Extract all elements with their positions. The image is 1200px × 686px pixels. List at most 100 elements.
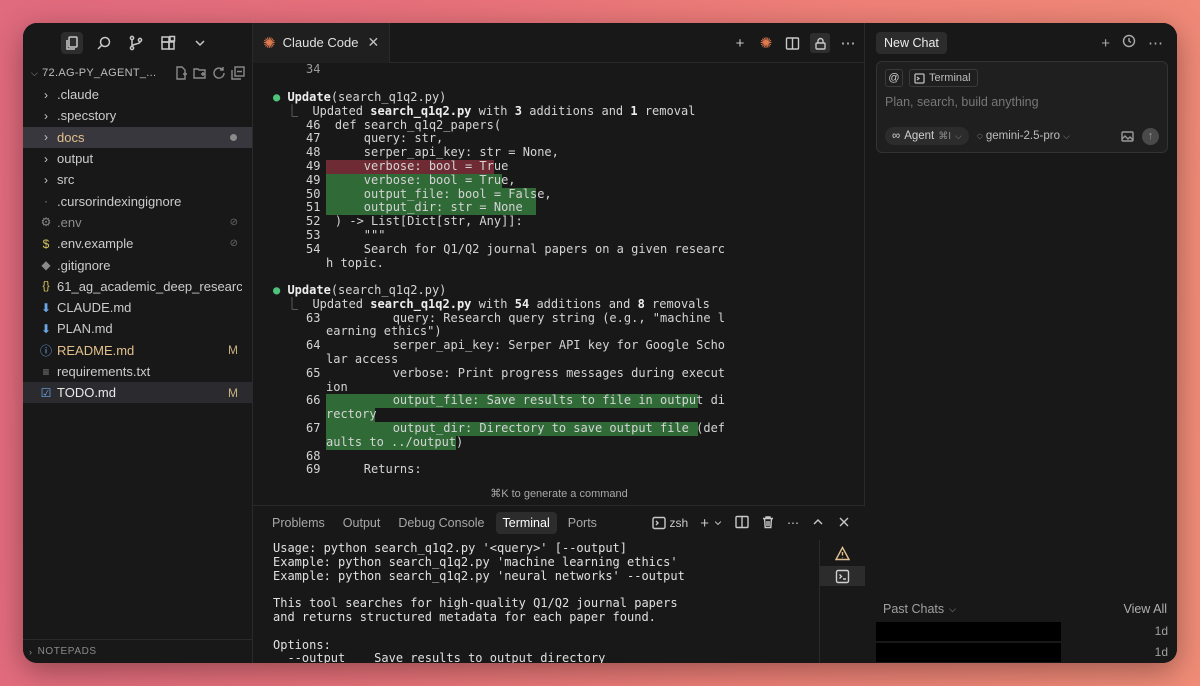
source-control-icon[interactable] bbox=[125, 32, 147, 54]
chevron-right-icon: › bbox=[44, 172, 48, 187]
tab-debug-console[interactable]: Debug Console bbox=[391, 512, 491, 534]
code-line: 46 def search_q1q2_papers( bbox=[306, 117, 502, 132]
tree-item-src[interactable]: › src bbox=[23, 169, 252, 190]
notepads-section[interactable]: › NOTEPADS bbox=[23, 639, 253, 663]
search-icon[interactable] bbox=[93, 32, 115, 54]
terminal-line: Example: python search_q1q2.py 'neural n… bbox=[273, 568, 685, 583]
claude-spark-icon[interactable]: ✺ bbox=[758, 35, 774, 52]
view-all-link[interactable]: View All bbox=[1123, 602, 1167, 616]
plus-icon[interactable]: + bbox=[1101, 35, 1110, 52]
project-header[interactable]: ⌵ 72.AG-PY_AGENT_... bbox=[23, 63, 252, 83]
tree-item-specstory[interactable]: › .specstory bbox=[23, 105, 252, 126]
added-line: 49 verbose: bool = True, bbox=[306, 172, 516, 187]
tree-item-json[interactable]: {} 61_ag_academic_deep_research... bbox=[23, 276, 252, 297]
tree-item-claude[interactable]: › .claude bbox=[23, 84, 252, 105]
code-line: 65 verbose: Print progress messages duri… bbox=[306, 365, 726, 380]
code-line: 68 bbox=[306, 448, 321, 463]
close-icon[interactable]: ✕ bbox=[367, 34, 379, 51]
ignored-icon: ⊘ bbox=[229, 216, 238, 228]
code-line: 34 bbox=[306, 63, 321, 76]
update-header: ● Update(search_q1q2.py) bbox=[273, 283, 447, 297]
plus-icon[interactable]: + bbox=[732, 35, 748, 52]
chat-composer[interactable]: @ Terminal Plan, search, build anything … bbox=[876, 61, 1168, 153]
tab-claude-code[interactable]: ✺ Claude Code ✕ bbox=[253, 23, 391, 63]
tree-item-gitignore[interactable]: ◆ .gitignore bbox=[23, 254, 252, 275]
chevron-down-icon bbox=[714, 521, 722, 526]
trash-icon[interactable] bbox=[761, 515, 775, 532]
context-chip-terminal[interactable]: Terminal bbox=[909, 69, 978, 87]
dollar-icon: $ bbox=[42, 236, 50, 251]
past-chats-header: Past Chats ⌵ View All bbox=[883, 601, 1167, 617]
tree-item-output[interactable]: › output bbox=[23, 148, 252, 169]
markdown-icon: ⬇ bbox=[40, 300, 52, 315]
extensions-icon[interactable] bbox=[157, 32, 179, 54]
chevron-down-icon: ⌵ bbox=[955, 130, 962, 141]
send-button[interactable]: ↑ bbox=[1142, 127, 1159, 145]
tree-item-readme-md[interactable]: ⓘ README.md M bbox=[23, 340, 252, 361]
explorer-sidebar: ⌵ 72.AG-PY_AGENT_... › .claude › .specstor… bbox=[23, 23, 253, 663]
chat-age: 1d bbox=[1154, 645, 1168, 659]
tab-terminal[interactable]: Terminal bbox=[495, 512, 557, 534]
chevron-up-icon[interactable] bbox=[811, 515, 825, 532]
new-folder-icon[interactable] bbox=[193, 66, 207, 80]
past-chats-label[interactable]: Past Chats bbox=[883, 602, 944, 616]
more-icon[interactable]: ⋯ bbox=[840, 35, 856, 52]
code-line: ion bbox=[326, 379, 348, 394]
code-line: 63 query: Research query string (e.g., "… bbox=[306, 310, 726, 325]
new-file-icon[interactable] bbox=[174, 66, 188, 80]
file-icon: · bbox=[44, 194, 48, 209]
panel-actions: zsh + ⋯ bbox=[651, 506, 851, 540]
model-icon: ◌ bbox=[976, 130, 983, 142]
chat-input-placeholder[interactable]: Plan, search, build anything bbox=[885, 95, 1039, 109]
mention-button[interactable]: @ bbox=[885, 69, 903, 87]
past-chat-item[interactable]: 1d bbox=[876, 643, 1168, 662]
tab-ports[interactable]: Ports bbox=[561, 512, 604, 534]
terminal-item[interactable] bbox=[820, 566, 865, 586]
refresh-icon[interactable] bbox=[212, 66, 226, 80]
ignored-icon: ⊘ bbox=[229, 238, 238, 250]
tab-output[interactable]: Output bbox=[336, 512, 388, 534]
tree-item-docs[interactable]: › docs bbox=[23, 126, 252, 148]
terminal-shell-selector[interactable]: zsh bbox=[651, 516, 688, 530]
update-header: ● Update(search_q1q2.py) bbox=[273, 90, 447, 104]
lock-icon[interactable] bbox=[810, 33, 830, 53]
code-line: h topic. bbox=[326, 255, 384, 270]
tree-item-requirements[interactable]: ≡ requirements.txt bbox=[23, 361, 252, 382]
tree-item-cursorindexingignore[interactable]: · .cursorindexingignore bbox=[23, 190, 252, 211]
agent-mode-selector[interactable]: ∞ Agent ⌘I ⌵ bbox=[885, 127, 969, 145]
chevron-down-icon[interactable] bbox=[189, 32, 211, 54]
warning-terminal-item[interactable] bbox=[820, 543, 865, 563]
claude-code-output: 34 ● Update(search_q1q2.py) ⎿ Updated se… bbox=[253, 63, 865, 504]
collapse-all-icon[interactable] bbox=[231, 66, 245, 80]
tree-item-claude-md[interactable]: ⬇ CLAUDE.md bbox=[23, 297, 252, 318]
split-terminal-icon[interactable] bbox=[735, 515, 749, 532]
new-terminal-button[interactable]: + bbox=[700, 515, 723, 532]
tree-item-env[interactable]: ⚙ .env ⊘ bbox=[23, 212, 252, 233]
tree-item-env-example[interactable]: $ .env.example ⊘ bbox=[23, 233, 252, 254]
claude-spark-icon: ✺ bbox=[263, 34, 276, 52]
terminal-icon bbox=[651, 516, 666, 530]
close-icon[interactable] bbox=[837, 515, 851, 532]
explorer-icon[interactable] bbox=[61, 32, 83, 54]
chevron-right-icon: › bbox=[29, 646, 33, 657]
image-icon[interactable] bbox=[1121, 130, 1134, 143]
history-icon[interactable] bbox=[1122, 34, 1136, 52]
tab-problems[interactable]: Problems bbox=[265, 512, 332, 534]
checkbox-icon: ☑ bbox=[40, 385, 52, 400]
more-icon[interactable]: ⋯ bbox=[1148, 34, 1163, 52]
chevron-right-icon: › bbox=[44, 108, 48, 123]
split-editor-icon[interactable] bbox=[784, 35, 800, 51]
tree-item-todo-md[interactable]: ☑ TODO.md M bbox=[23, 382, 252, 404]
terminal-output[interactable]: Usage: python search_q1q2.py '<query>' [… bbox=[273, 541, 813, 663]
bottom-panel: Problems Output Debug Console Terminal P… bbox=[253, 505, 865, 663]
tree-item-plan-md[interactable]: ⬇ PLAN.md bbox=[23, 318, 252, 339]
model-selector[interactable]: ◌ gemini-2.5-pro ⌵ bbox=[977, 130, 1070, 142]
notepads-label: NOTEPADS bbox=[37, 646, 97, 657]
generate-command-hint: ⌘K to generate a command bbox=[490, 488, 628, 500]
new-chat-tab[interactable]: New Chat bbox=[876, 32, 947, 54]
more-icon[interactable]: ⋯ bbox=[787, 516, 799, 530]
modified-badge: M bbox=[228, 343, 238, 358]
past-chat-item[interactable]: 1d bbox=[876, 622, 1168, 641]
json-icon: {} bbox=[42, 280, 50, 293]
